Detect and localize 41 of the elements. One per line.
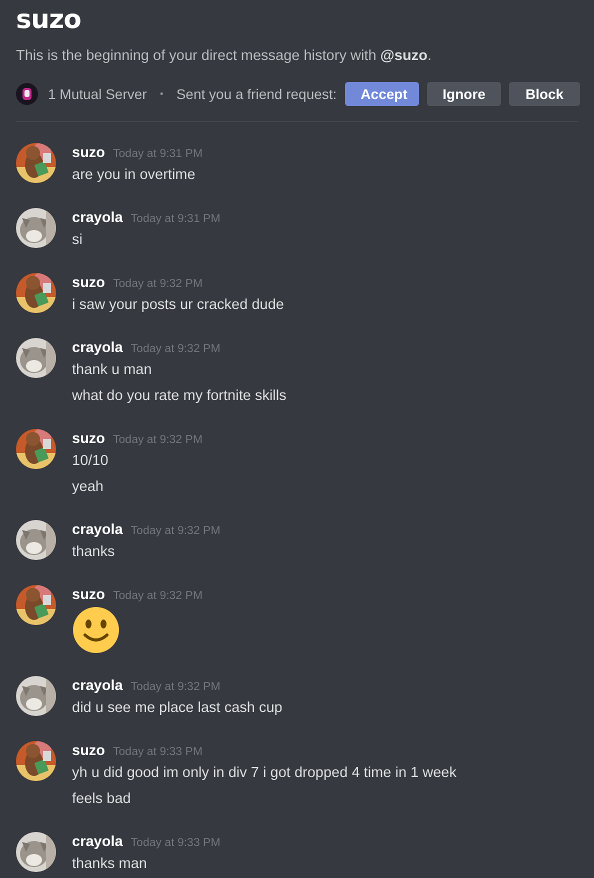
- timestamp: Today at 9:33 PM: [130, 836, 220, 851]
- author-name[interactable]: suzo: [72, 428, 106, 450]
- server-icon[interactable]: [16, 83, 38, 105]
- message-text: thank u man: [72, 361, 152, 380]
- block-button[interactable]: Block: [509, 82, 580, 106]
- timestamp: Today at 9:33 PM: [113, 745, 203, 760]
- timestamp: Today at 9:32 PM: [130, 680, 220, 695]
- friend-request-label: Sent you a friend request:: [176, 86, 337, 102]
- timestamp: Today at 9:32 PM: [113, 589, 203, 604]
- separator-dot: •: [160, 88, 164, 100]
- timestamp: Today at 9:32 PM: [130, 342, 220, 357]
- author-name[interactable]: crayola: [72, 337, 123, 359]
- message-text: si: [72, 231, 82, 250]
- timestamp: Today at 9:32 PM: [130, 524, 220, 539]
- author-name[interactable]: suzo: [72, 142, 106, 164]
- author-name[interactable]: suzo: [72, 272, 106, 294]
- author-name[interactable]: crayola: [72, 519, 123, 541]
- author-name[interactable]: suzo: [72, 740, 106, 762]
- timestamp: Today at 9:31 PM: [130, 212, 220, 227]
- timestamp: Today at 9:32 PM: [113, 433, 203, 448]
- message-text: are you in overtime: [72, 166, 196, 185]
- message-text: yeah: [72, 478, 104, 497]
- message-text: feels bad: [72, 790, 131, 809]
- author-name[interactable]: crayola: [72, 675, 123, 697]
- ignore-button[interactable]: Ignore: [426, 82, 502, 106]
- message-text: thanks man: [72, 855, 147, 874]
- author-name[interactable]: crayola: [72, 831, 123, 853]
- intro-text: This is the beginning of your direct message history with @suzo.: [16, 47, 432, 66]
- message-text: what do you rate my fortnite skills: [72, 387, 286, 406]
- message-text: thanks: [72, 543, 115, 562]
- message-text: yh u did good im only in div 7 i got dropped 4 time in 1 week: [72, 764, 456, 783]
- smiley-icon: [72, 606, 120, 654]
- conversation-title: suzo: [16, 4, 81, 36]
- timestamp: Today at 9:32 PM: [113, 277, 203, 292]
- message-text: did u see me place last cash cup: [72, 699, 282, 718]
- message-text: 10/10: [72, 452, 108, 471]
- timestamp: Today at 9:31 PM: [113, 147, 203, 162]
- author-name[interactable]: suzo: [72, 584, 106, 606]
- author-name[interactable]: crayola: [72, 207, 123, 229]
- message-text: i saw your posts ur cracked dude: [72, 296, 284, 315]
- mutual-servers-link[interactable]: 1 Mutual Server: [48, 86, 147, 102]
